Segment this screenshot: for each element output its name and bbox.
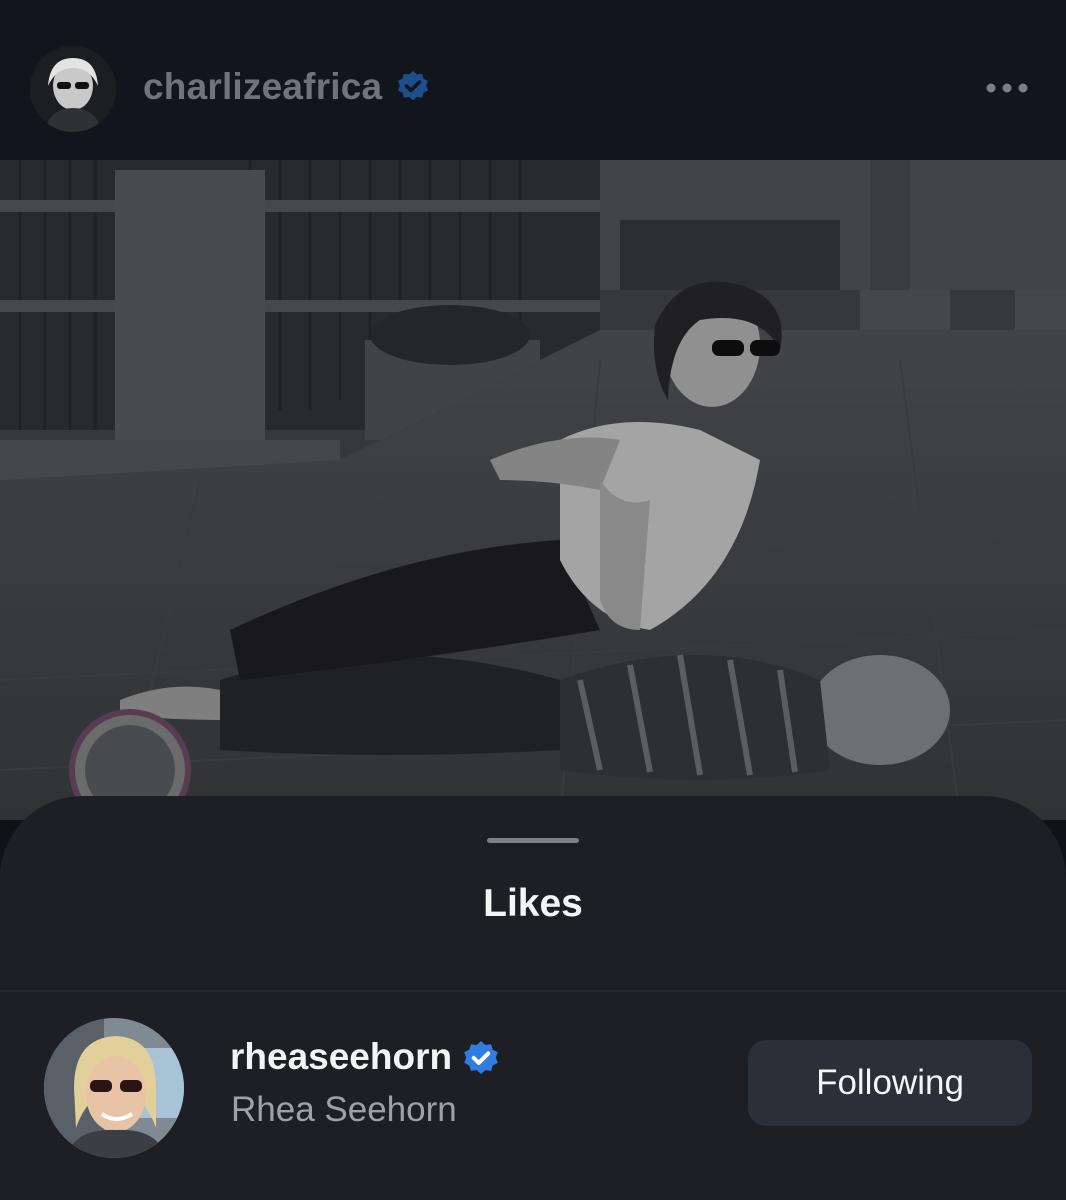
post-image: [0, 160, 1066, 820]
liker-avatar[interactable]: [44, 1018, 184, 1158]
more-options-button[interactable]: [980, 70, 1034, 106]
author-username[interactable]: charlizeafrica: [143, 66, 382, 108]
liker-username-row: rheaseehorn: [230, 1036, 498, 1078]
sheet-title: Likes: [483, 882, 583, 925]
post-header: charlizeafrica: [0, 0, 1066, 160]
instagram-screen: charlizeafrica Likes rheaseehorn Rhea Se…: [0, 0, 1066, 1200]
following-button[interactable]: Following: [748, 1040, 1032, 1126]
likes-sheet: Likes rheaseehorn Rhea Seehorn Following: [0, 796, 1066, 1200]
sheet-drag-handle[interactable]: [487, 838, 579, 843]
verified-badge-icon: [396, 70, 430, 104]
more-horizontal-icon: [986, 83, 1028, 93]
like-list-item[interactable]: rheaseehorn Rhea Seehorn Following: [0, 992, 1066, 1200]
verified-badge-icon: [462, 1040, 498, 1074]
liker-full-name: Rhea Seehorn: [231, 1090, 457, 1129]
post-photo[interactable]: [0, 160, 1066, 820]
author-username-row: charlizeafrica: [143, 66, 430, 108]
author-avatar[interactable]: [30, 46, 116, 132]
liker-username[interactable]: rheaseehorn: [230, 1036, 452, 1078]
